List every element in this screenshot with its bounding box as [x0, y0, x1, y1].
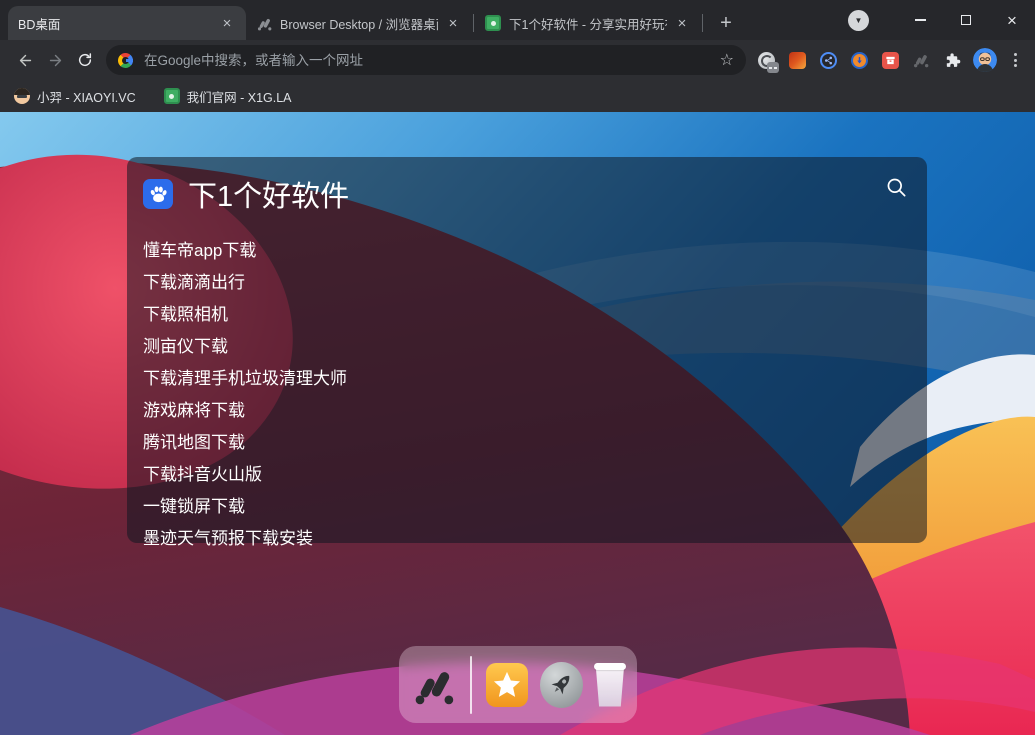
download-link[interactable]: 腾讯地图下载 — [143, 427, 245, 459]
x1g-favicon — [164, 88, 180, 104]
download-link[interactable]: 下载清理手机垃圾清理大师 — [143, 363, 347, 395]
download-link[interactable]: 下载抖音火山版 — [143, 459, 262, 491]
tab-browser-desktop[interactable]: Browser Desktop / 浏览器桌面 × — [246, 6, 472, 40]
tab-close-icon[interactable]: × — [444, 14, 462, 32]
download-manager-icon[interactable] — [849, 50, 869, 70]
dock-trash-icon[interactable] — [595, 663, 625, 707]
browser-desktop-favicon — [256, 15, 272, 31]
dock-divider — [470, 656, 472, 714]
share-extension-icon[interactable] — [818, 50, 838, 70]
download-link[interactable]: 测亩仪下载 — [143, 331, 228, 363]
panel-header: 下1个好软件 — [127, 157, 927, 215]
tab-title: BD桌面 — [18, 14, 212, 33]
xia1ge-favicon — [485, 15, 501, 31]
software-panel: 下1个好软件 懂车帝app下载 下载滴滴出行 下载照相机 测亩仪下载 下载清理手… — [127, 157, 927, 543]
download-link[interactable]: 一键锁屏下载 — [143, 491, 245, 523]
back-icon[interactable] — [10, 45, 40, 75]
toolbar: ☆ — [0, 40, 1035, 80]
tab-xia1ge[interactable]: 下1个好软件 - 分享实用好玩有趣 × — [475, 6, 701, 40]
profile-avatar[interactable] — [973, 48, 997, 72]
download-link[interactable]: 懂车帝app下载 — [143, 235, 256, 267]
tab-title: Browser Desktop / 浏览器桌面 — [280, 14, 438, 33]
search-icon[interactable] — [883, 174, 909, 200]
address-bar[interactable]: ☆ — [106, 45, 746, 75]
extension-area — [754, 48, 1025, 72]
panel-title: 下1个好软件 — [188, 173, 349, 215]
google-icon — [118, 53, 133, 68]
dock-browser-desktop-icon[interactable] — [411, 661, 456, 709]
desktop: 下1个好软件 懂车帝app下载 下载滴滴出行 下载照相机 测亩仪下载 下载清理手… — [0, 112, 1035, 735]
trash-rim — [594, 663, 626, 670]
userscript-manager-icon[interactable] — [756, 50, 776, 70]
bookmark-star-icon[interactable]: ☆ — [720, 50, 734, 70]
baidu-paw-icon — [143, 179, 173, 209]
bookmark-x1g[interactable]: 我们官网 - X1G.LA — [164, 87, 292, 106]
window-controls: ▼ × — [848, 0, 1035, 40]
bookmark-label: 我们官网 - X1G.LA — [187, 87, 292, 106]
maximize-button[interactable] — [943, 0, 989, 40]
url-input[interactable] — [144, 53, 712, 68]
dock — [399, 646, 637, 723]
dock-launchpad-icon[interactable] — [540, 662, 583, 708]
download-link[interactable]: 游戏麻将下载 — [143, 395, 245, 427]
download-link-list: 懂车帝app下载 下载滴滴出行 下载照相机 测亩仪下载 下载清理手机垃圾清理大师… — [143, 235, 927, 555]
close-button[interactable]: × — [989, 0, 1035, 40]
tab-divider — [702, 14, 703, 32]
browser-desktop-extension-icon[interactable] — [911, 50, 931, 70]
office-extension-icon[interactable] — [787, 50, 807, 70]
bookmark-xiaoyi[interactable]: 小羿 - XIAOYI.VC — [14, 87, 136, 106]
download-link[interactable]: 墨迹天气预报下载安装 — [143, 523, 313, 555]
extensions-puzzle-icon[interactable] — [942, 50, 962, 70]
tab-title: 下1个好软件 - 分享实用好玩有趣 — [509, 14, 667, 33]
tab-close-icon[interactable]: × — [673, 14, 691, 32]
download-link[interactable]: 下载滴滴出行 — [143, 267, 245, 299]
dock-favorites-icon[interactable] — [486, 663, 527, 707]
xiaoyi-favicon — [14, 88, 30, 104]
archive-extension-icon[interactable] — [880, 50, 900, 70]
tab-bd-desktop[interactable]: BD桌面 × — [8, 6, 246, 40]
tab-close-icon[interactable]: × — [218, 14, 236, 32]
minimize-button[interactable] — [897, 0, 943, 40]
download-link[interactable]: 下载照相机 — [143, 299, 228, 331]
bookmarks-bar: 小羿 - XIAOYI.VC 我们官网 - X1G.LA — [0, 80, 1035, 112]
tab-divider — [473, 14, 474, 32]
tab-strip: BD桌面 × Browser Desktop / 浏览器桌面 × 下1个好软件 … — [0, 0, 1035, 40]
reload-icon[interactable] — [70, 45, 100, 75]
bookmark-label: 小羿 - XIAOYI.VC — [37, 87, 136, 106]
browser-menu-icon[interactable] — [1008, 53, 1023, 67]
new-tab-button[interactable]: + — [712, 9, 740, 37]
tab-search-icon[interactable]: ▼ — [848, 10, 869, 31]
forward-icon[interactable] — [40, 45, 70, 75]
